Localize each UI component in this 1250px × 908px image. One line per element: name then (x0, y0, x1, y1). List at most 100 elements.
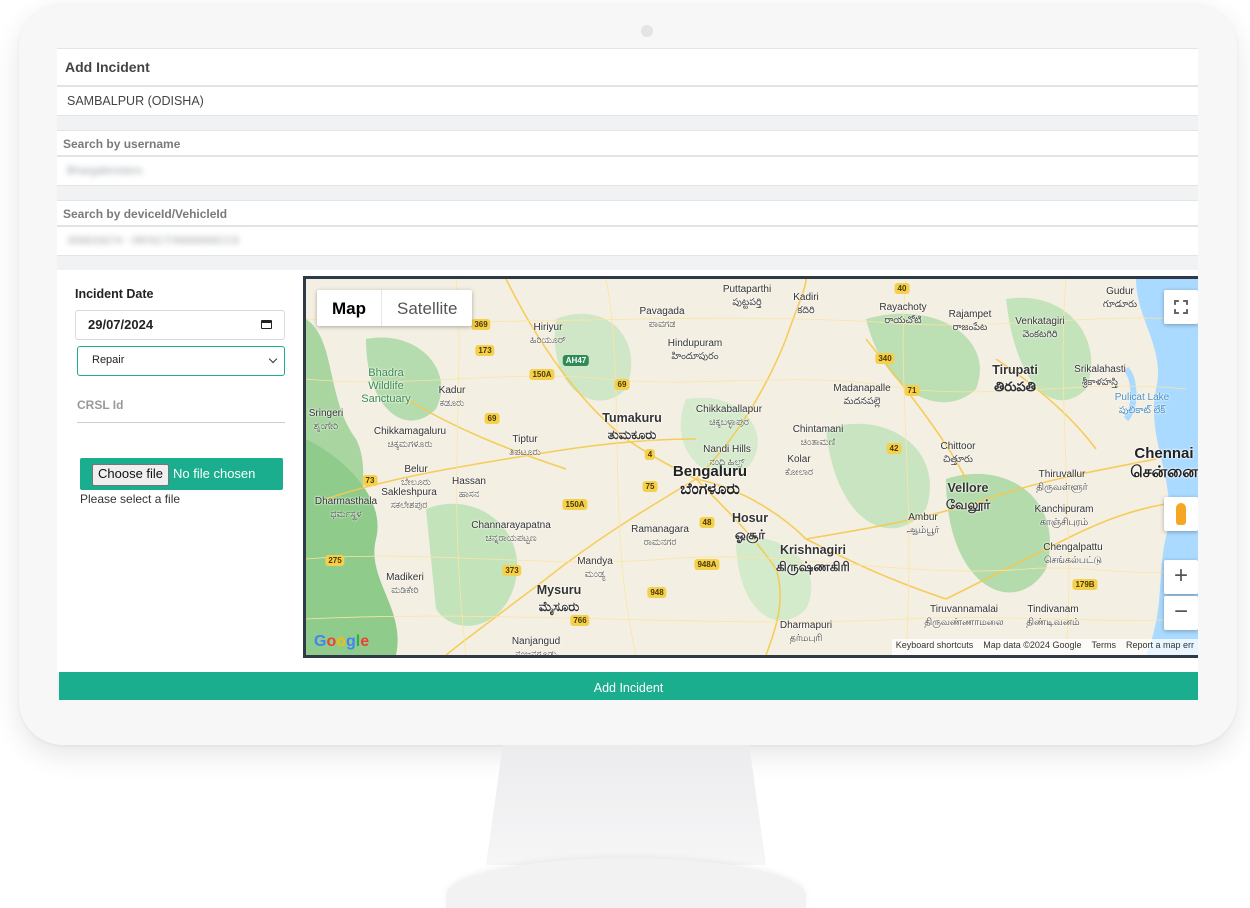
place-label: Srikalahasti శ్రీకాళహస్తి (1074, 364, 1126, 388)
place-label: Tindivanam திண்டிவனம் (1026, 604, 1080, 628)
place-label: Tiruvannamalai திருவண்ணாமலை (924, 604, 1004, 628)
place-label: Puttaparthi పుట్టపర్తి (722, 284, 772, 308)
place-label: Thiruvallur திருவள்ளூர் (1036, 469, 1088, 493)
add-incident-button[interactable]: Add Incident (59, 672, 1198, 700)
place-label: Vellore வேலூர் (945, 481, 991, 512)
file-hint: Please select a file (80, 492, 181, 506)
place-label: Mysuru ಮೈಸೂರು (536, 583, 582, 614)
park-label: Bhadra Wildlife Sanctuary (361, 367, 411, 405)
map-type-map[interactable]: Map (317, 290, 382, 326)
highway-shield: 69 (484, 413, 500, 424)
place-label: Hosur ஓசூர் (731, 511, 769, 542)
highway-shield: 766 (570, 615, 590, 626)
place-label: Krishnagiri கிருஷ்ணகிரி (776, 543, 850, 574)
file-upload[interactable]: Choose file No file chosen (80, 458, 283, 490)
incident-type-value: Repair (92, 354, 125, 366)
map-data-text: Map data ©2024 Google (983, 640, 1082, 650)
crsl-id-input[interactable]: CRSL Id (77, 398, 285, 423)
highway-shield: 40 (894, 283, 910, 294)
map[interactable]: Bengaluru ಬೆಂಗಳೂರು Chennai சென்னை Tumaku… (303, 276, 1198, 658)
fullscreen-button[interactable] (1164, 290, 1198, 324)
highway-shield: 42 (886, 443, 902, 454)
username-value: Bhargabmotors (67, 165, 143, 177)
highway-shield: 150A (529, 369, 555, 380)
choose-file-button[interactable]: Choose file (92, 464, 170, 486)
highway-shield: 73 (362, 475, 378, 486)
place-label: Kadur ಕಡೂರು (438, 385, 466, 409)
place-label: Mandya ಮಂಡ್ಯ (577, 556, 613, 580)
place-label: Hindupuram హిందూపురం (667, 338, 723, 362)
highway-shield: 173 (475, 345, 495, 356)
place-label: Kadiri కదిరి (793, 292, 819, 316)
highway-shield: 373 (502, 565, 522, 576)
file-status: No file chosen (173, 466, 256, 481)
place-label: Bengaluru ಬೆಂಗಳೂರು (672, 463, 748, 498)
fullscreen-icon (1174, 300, 1188, 314)
map-type-control: Map Satellite (317, 290, 473, 326)
incident-date-label: Incident Date (75, 287, 154, 301)
place-label: Hiriyur ಹಿರಿಯೂರ್ (530, 322, 566, 346)
incident-form: Incident Date 29/07/2024 Repair CRSL Id … (57, 270, 1198, 672)
place-label: Sringeri ಶೃಂಗೇರಿ (308, 408, 344, 432)
keyboard-shortcuts-link[interactable]: Keyboard shortcuts (896, 640, 974, 654)
place-label: Chikkamagaluru ಚಿಕ್ಕಮಗಳೂರು (373, 426, 447, 450)
place-label: Pavagada ಪಾವಗಡ (639, 306, 685, 330)
camera-dot (641, 25, 653, 37)
map-attribution: Keyboard shortcuts Map data ©2024 Google… (891, 639, 1198, 655)
screen: Add Incident SAMBALPUR (ODISHA) Search b… (57, 48, 1198, 700)
region-field[interactable]: SAMBALPUR (ODISHA) (57, 86, 1198, 116)
place-label: Kolar ಕೋಲಾರ (785, 454, 813, 478)
place-label: Rajampet రాజంపేట (948, 309, 992, 333)
place-label: Hassan ಹಾಸನ (452, 476, 486, 500)
calendar-icon[interactable] (261, 320, 272, 329)
device-input[interactable]: 359633074 - 0R/SCT/9999999CC9 (57, 226, 1198, 256)
zoom-in-button[interactable]: + (1164, 560, 1198, 594)
incident-date-input[interactable]: 29/07/2024 (75, 310, 285, 340)
terms-link[interactable]: Terms (1091, 640, 1116, 654)
highway-shield: 275 (325, 555, 345, 566)
highway-shield: 48 (699, 517, 715, 528)
place-label: Ramanagara ರಾಮನಗರ (631, 524, 689, 548)
highway-shield: 75 (642, 481, 658, 492)
pegman-icon (1176, 503, 1186, 525)
place-label: Channarayapatna ಚನ್ನರಾಯಪಟ್ಟಣ (471, 520, 551, 544)
map-type-satellite[interactable]: Satellite (382, 290, 472, 326)
place-label: Chennai சென்னை (1130, 445, 1198, 481)
google-logo: Google (314, 633, 370, 650)
highway-shield: 150A (562, 499, 588, 510)
incident-type-select[interactable]: Repair (77, 346, 285, 376)
monitor-stand (486, 745, 766, 865)
page-title: Add Incident (57, 48, 1198, 86)
street-view-button[interactable] (1164, 497, 1198, 531)
highway-shield: 179B (1072, 579, 1098, 590)
place-label: Nandi Hills ನಂದಿ ಹಿಲ್ಸ್ (703, 444, 751, 468)
place-label: Chittoor చిత్తూరు (940, 441, 976, 465)
highway-shield: 948 (647, 587, 667, 598)
place-label: Tiptur ತಿಪಟೂರು (509, 434, 541, 458)
highway-shield: 4 (644, 449, 656, 460)
device-value: 359633074 - 0R/SCT/9999999CC9 (67, 235, 239, 247)
incident-date-value: 29/07/2024 (88, 317, 154, 332)
place-label: Dharmasthala ಧರ್ಮಸ್ಥಳ (314, 496, 378, 520)
place-label: Tirupati తిరుపతి (992, 363, 1038, 394)
username-label: Search by username (57, 130, 1198, 156)
place-label: Dharmapuri தர்மபுரி (779, 620, 833, 644)
place-label: Kanchipuram காஞ்சிபுரம் (1034, 504, 1094, 528)
zoom-out-button[interactable]: − (1164, 596, 1198, 630)
device-label: Search by deviceId/VehicleId (57, 200, 1198, 226)
place-label: Rayachoty రాయచోటి (879, 302, 927, 326)
water-label: Pulicat Lake పులికాట్ లేక్ (1114, 392, 1170, 416)
place-label: Ambur ஆம்பூர் (906, 512, 940, 536)
username-input[interactable]: Bhargabmotors (57, 156, 1198, 186)
place-label: Madanapalle మదనపల్లె (833, 383, 891, 407)
place-label: Gudur గూడూరు (1102, 286, 1138, 310)
highway-shield: 340 (875, 353, 895, 364)
monitor-base (446, 858, 806, 908)
highway-shield: 69 (614, 379, 630, 390)
report-error-link[interactable]: Report a map err (1126, 640, 1194, 654)
highway-shield: 948A (694, 559, 720, 570)
highway-shield: 71 (904, 385, 920, 396)
place-label: Madikeri ಮಡಿಕೇರಿ (386, 572, 424, 596)
place-label: Venkatagiri వెంకటగిరి (1015, 316, 1065, 340)
place-label: Chintamani ಚಿಂತಾಮಣಿ (792, 424, 844, 448)
